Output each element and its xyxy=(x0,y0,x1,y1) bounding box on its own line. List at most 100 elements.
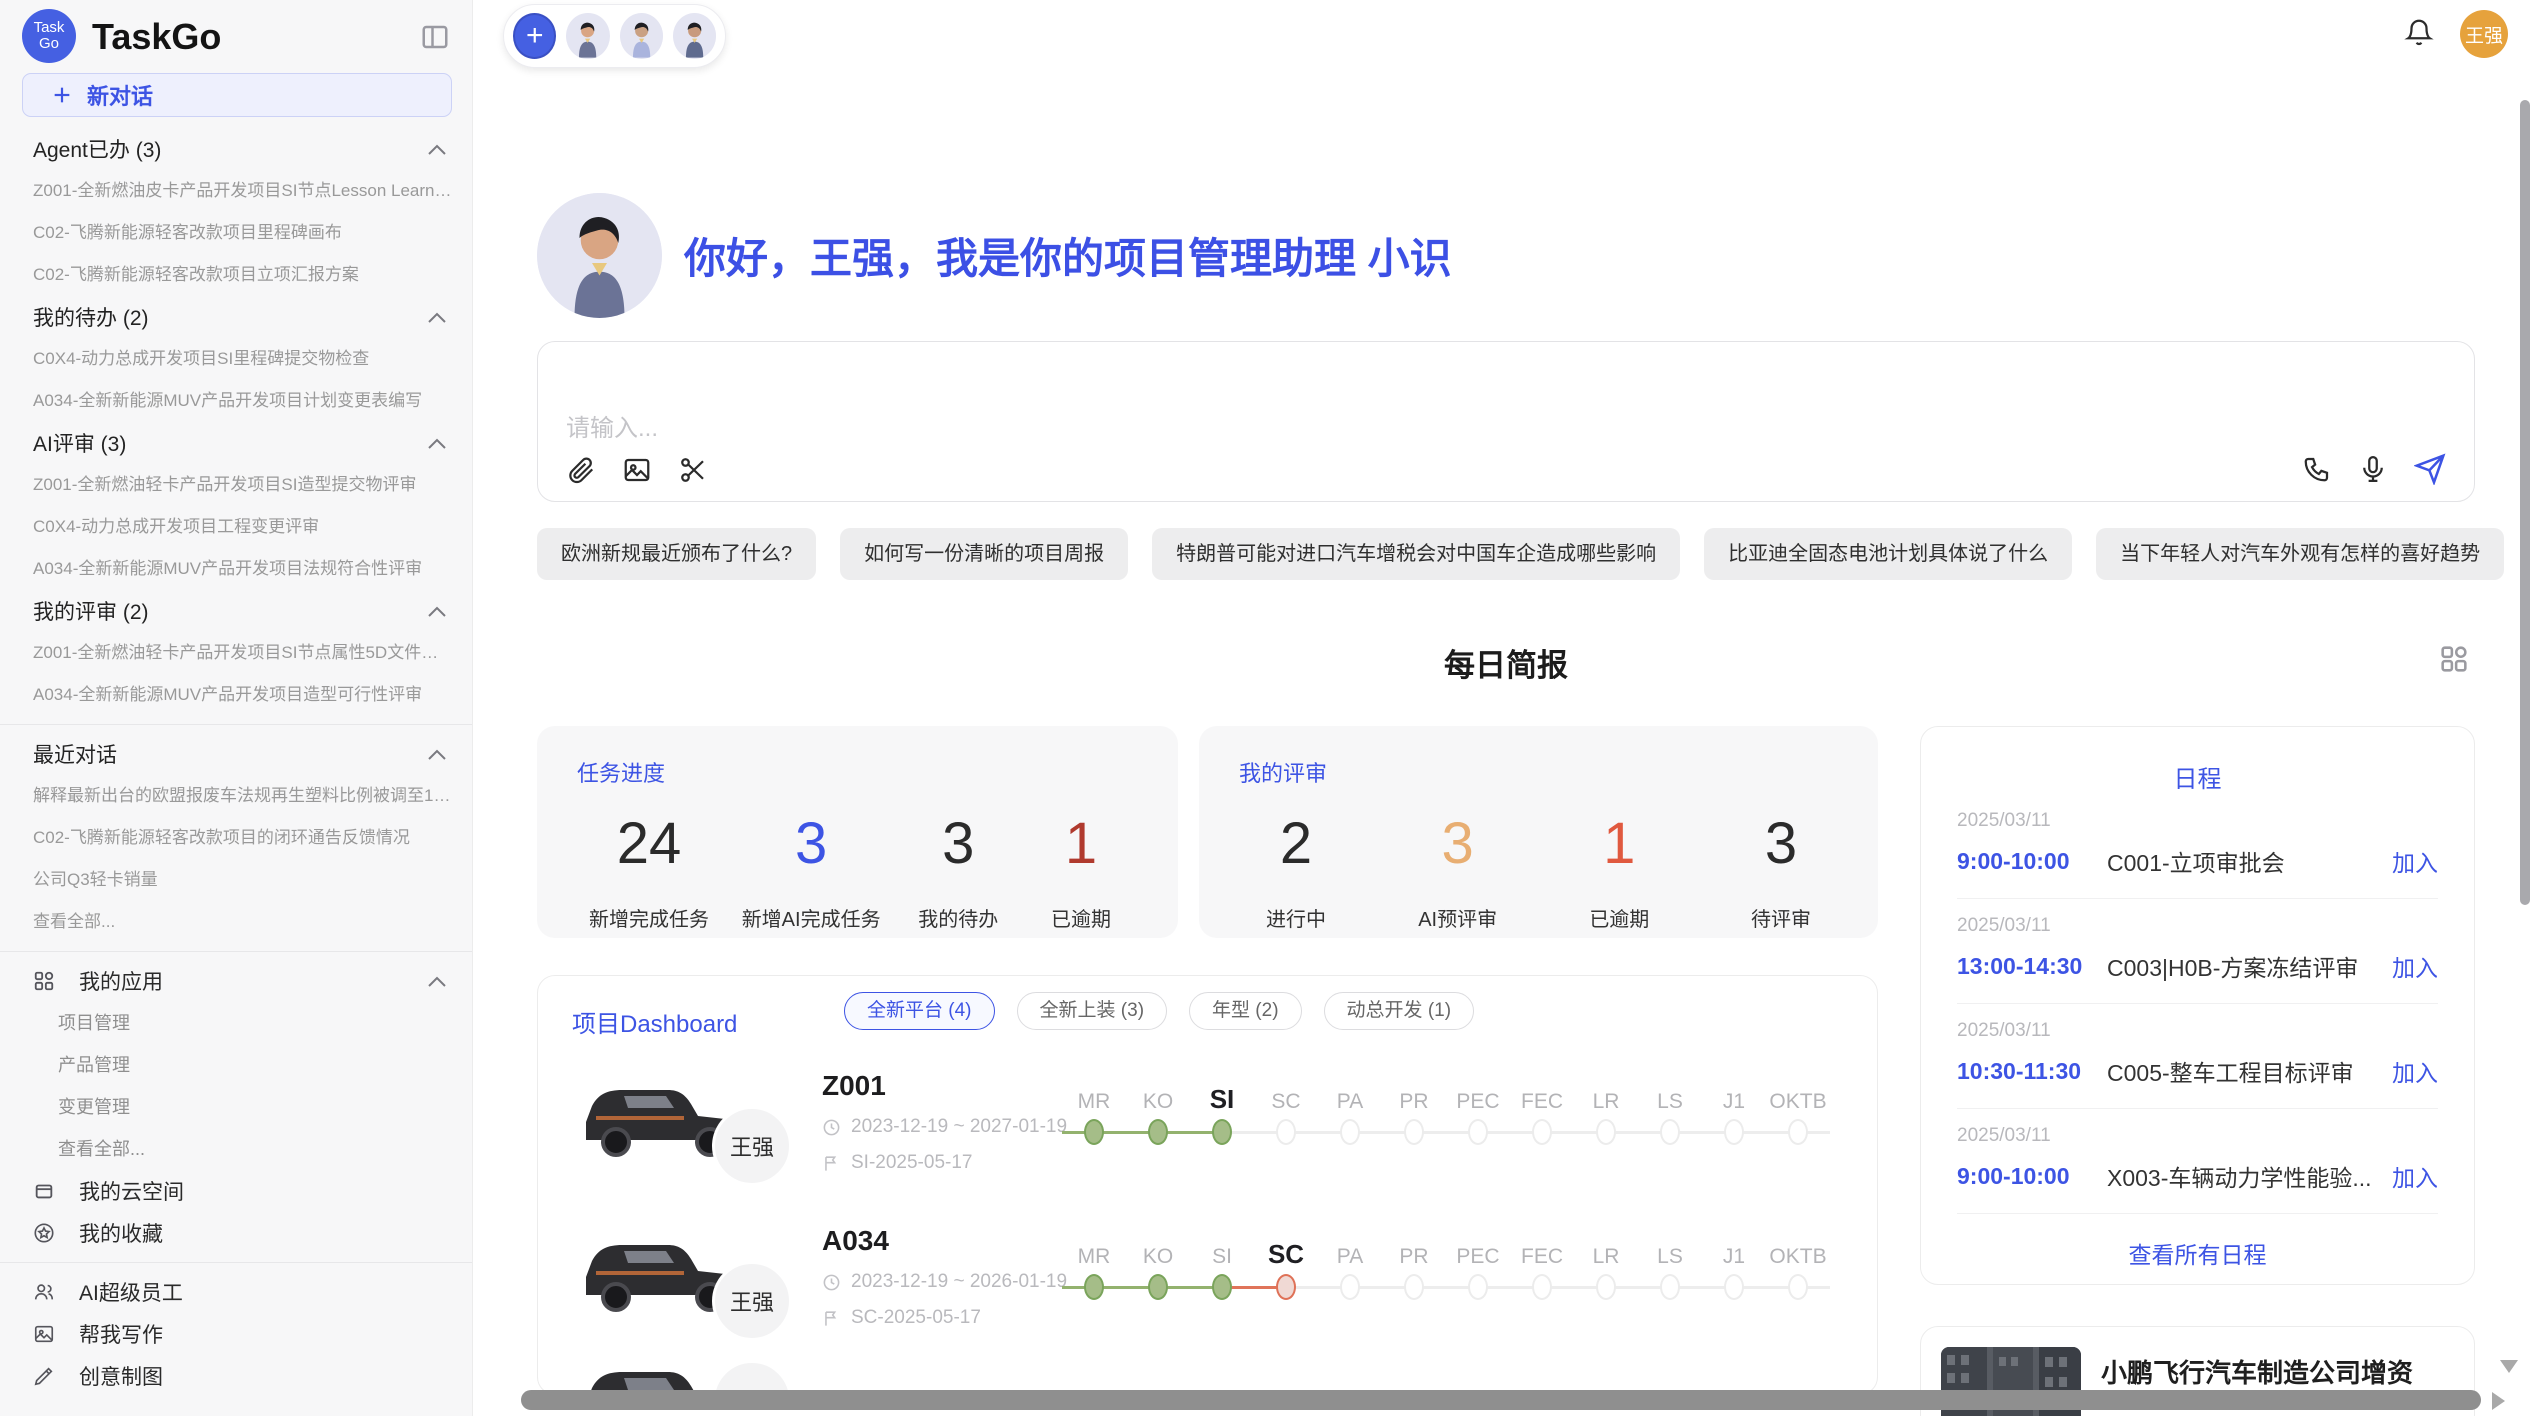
vertical-scrollbar[interactable] xyxy=(2520,100,2530,905)
milestone-dot-cell xyxy=(1766,1112,1830,1152)
suggestion-chip[interactable]: 特朗普可能对进口汽车增税会对中国车企造成哪些影响 xyxy=(1152,528,1680,580)
sidebar-item[interactable]: C02-飞腾新能源轻客改款项目里程碑画布 xyxy=(0,212,472,254)
milestone-dot[interactable] xyxy=(1532,1119,1552,1145)
milestone-dot-cell xyxy=(1638,1112,1702,1152)
image-upload-icon[interactable] xyxy=(622,455,652,485)
dashboard-filter-chip[interactable]: 全新上装 (3) xyxy=(1017,992,1168,1030)
scroll-right-arrow-icon[interactable] xyxy=(2492,1392,2505,1410)
app-item[interactable]: 项目管理 xyxy=(0,1002,472,1044)
sidebar-item[interactable]: A034-全新新能源MUV产品开发项目造型可行性评审 xyxy=(0,674,472,716)
sidebar-section-header[interactable]: 我的待办 (2) xyxy=(0,296,472,338)
horizontal-scrollbar[interactable] xyxy=(521,1390,2481,1410)
schedule-view-all-link[interactable]: 查看所有日程 xyxy=(1957,1214,2438,1292)
recent-chats-header[interactable]: 最近对话 xyxy=(0,733,472,775)
milestone-dot[interactable] xyxy=(1212,1274,1232,1300)
milestone-dot[interactable] xyxy=(1788,1119,1808,1145)
milestone-dot[interactable] xyxy=(1084,1119,1104,1145)
milestone-dot[interactable] xyxy=(1148,1274,1168,1300)
project-milestone-date: SI-2025-05-17 xyxy=(822,1152,1067,1174)
chevron-up-icon xyxy=(428,144,446,155)
suggestion-chip[interactable]: 如何写一份清晰的项目周报 xyxy=(840,528,1128,580)
milestone-label: LS xyxy=(1657,1246,1683,1267)
recent-chat-item[interactable]: C02-飞腾新能源轻客改款项目的闭环通告反馈情况 xyxy=(0,817,472,859)
scissors-icon[interactable] xyxy=(678,455,708,485)
stat-value: 3 xyxy=(913,810,1003,877)
join-link[interactable]: 加入 xyxy=(2392,1159,2438,1193)
suggestion-chip[interactable]: 当下年轻人对汽车外观有怎样的喜好趋势 xyxy=(2096,528,2504,580)
sidebar-sections: Agent已办 (3)Z001-全新燃油皮卡产品开发项目SI节点Lesson L… xyxy=(0,128,472,716)
attachment-icon[interactable] xyxy=(566,455,596,485)
stat-label: 已逾期 xyxy=(1036,903,1126,932)
milestone-dot[interactable] xyxy=(1532,1274,1552,1300)
microphone-icon[interactable] xyxy=(2358,454,2388,484)
milestone-dot[interactable] xyxy=(1724,1119,1744,1145)
app-item[interactable]: 变更管理 xyxy=(0,1086,472,1128)
milestone-dot[interactable] xyxy=(1276,1274,1296,1300)
apps-view-all[interactable]: 查看全部... xyxy=(0,1128,472,1170)
milestone-dot[interactable] xyxy=(1404,1274,1424,1300)
sidebar-section-title: AI评审 (3) xyxy=(33,428,126,458)
sidebar-tool-2[interactable]: 帮我写作 xyxy=(0,1313,472,1355)
my-apps-row[interactable]: 我的应用 xyxy=(0,960,472,1002)
milestone-dot[interactable] xyxy=(1724,1274,1744,1300)
milestone-dot[interactable] xyxy=(1596,1119,1616,1145)
sidebar-section-header[interactable]: AI评审 (3) xyxy=(0,422,472,464)
chevron-up-icon xyxy=(428,438,446,449)
sidebar-item[interactable]: C0X4-动力总成开发项目工程变更评审 xyxy=(0,506,472,548)
sidebar-item[interactable]: Z001-全新燃油轻卡产品开发项目SI节点属性5D文件评审 xyxy=(0,632,472,674)
dashboard-filter-chip[interactable]: 年型 (2) xyxy=(1189,992,1302,1030)
milestone-label: PEC xyxy=(1456,1091,1499,1112)
milestone-dot[interactable] xyxy=(1660,1274,1680,1300)
recent-chat-item[interactable]: 公司Q3轻卡销量 xyxy=(0,859,472,901)
schedule-card: 日程 2025/03/119:00-10:00C001-立项审批会加入2025/… xyxy=(1920,726,2475,1285)
sidebar-item[interactable]: C0X4-动力总成开发项目SI里程碑提交物检查 xyxy=(0,338,472,380)
recent-chat-item[interactable]: 解释最新出台的欧盟报废车法规再生塑料比例被调至15%... xyxy=(0,775,472,817)
milestone-dot[interactable] xyxy=(1340,1274,1360,1300)
milestone-dot[interactable] xyxy=(1404,1119,1424,1145)
sidebar-item[interactable]: A034-全新新能源MUV产品开发项目法规符合性评审 xyxy=(0,548,472,590)
sidebar-item[interactable]: Z001-全新燃油轻卡产品开发项目SI造型提交物评审 xyxy=(0,464,472,506)
composer-placeholder: 请输入... xyxy=(566,408,658,443)
milestone-dot[interactable] xyxy=(1468,1274,1488,1300)
stat-label: 待评审 xyxy=(1736,903,1826,932)
suggestion-chip[interactable]: 比亚迪全固态电池计划具体说了什么 xyxy=(1704,528,2072,580)
my-cloud-row[interactable]: 我的云空间 xyxy=(0,1170,472,1212)
join-link[interactable]: 加入 xyxy=(2392,949,2438,983)
dashboard-filter-chip[interactable]: 全新平台 (4) xyxy=(844,992,995,1030)
milestone-dot[interactable] xyxy=(1148,1119,1168,1145)
recent-view-all[interactable]: 查看全部... xyxy=(0,901,472,943)
join-link[interactable]: 加入 xyxy=(2392,844,2438,878)
new-chat-button[interactable]: 新对话 xyxy=(22,73,452,117)
chat-composer[interactable]: 请输入... xyxy=(537,341,2475,502)
suggestion-chip[interactable]: 欧洲新规最近颁布了什么? xyxy=(537,528,816,580)
milestone-dot[interactable] xyxy=(1084,1274,1104,1300)
milestone-dot[interactable] xyxy=(1788,1274,1808,1300)
milestone-dot[interactable] xyxy=(1276,1119,1296,1145)
send-icon[interactable] xyxy=(2414,453,2446,485)
my-favorites-row[interactable]: 我的收藏 xyxy=(0,1212,472,1254)
sidebar-item[interactable]: Z001-全新燃油皮卡产品开发项目SI节点Lesson Learn报告 xyxy=(0,170,472,212)
milestone-label: MR xyxy=(1078,1091,1111,1112)
layout-grid-icon[interactable] xyxy=(2437,642,2471,681)
milestone-dot[interactable] xyxy=(1468,1119,1488,1145)
join-link[interactable]: 加入 xyxy=(2392,1054,2438,1088)
divider xyxy=(0,1262,472,1263)
milestone-dot-cell xyxy=(1318,1267,1382,1307)
sidebar-section-header[interactable]: Agent已办 (3) xyxy=(0,128,472,170)
milestone-dots xyxy=(1062,1112,1830,1152)
sidebar-item[interactable]: C02-飞腾新能源轻客改款项目立项汇报方案 xyxy=(0,254,472,296)
milestone-dot[interactable] xyxy=(1660,1119,1680,1145)
app-item[interactable]: 产品管理 xyxy=(0,1044,472,1086)
sidebar-tool-1[interactable]: AI超级员工 xyxy=(0,1271,472,1313)
dashboard-filters: 全新平台 (4) 全新上装 (3) 年型 (2) 动总开发 (1) xyxy=(844,992,1474,1030)
sidebar-item[interactable]: A034-全新新能源MUV产品开发项目计划变更表编写 xyxy=(0,380,472,422)
milestone-dot[interactable] xyxy=(1212,1119,1232,1145)
milestone-dot[interactable] xyxy=(1340,1119,1360,1145)
scroll-down-arrow-icon[interactable] xyxy=(2500,1360,2518,1373)
phone-icon[interactable] xyxy=(2302,454,2332,484)
milestone-dot[interactable] xyxy=(1596,1274,1616,1300)
sidebar-section-header[interactable]: 我的评审 (2) xyxy=(0,590,472,632)
sidebar-tool-3[interactable]: 创意制图 xyxy=(0,1355,472,1397)
sidebar-collapse-icon[interactable] xyxy=(420,22,450,57)
dashboard-filter-chip[interactable]: 动总开发 (1) xyxy=(1324,992,1475,1030)
